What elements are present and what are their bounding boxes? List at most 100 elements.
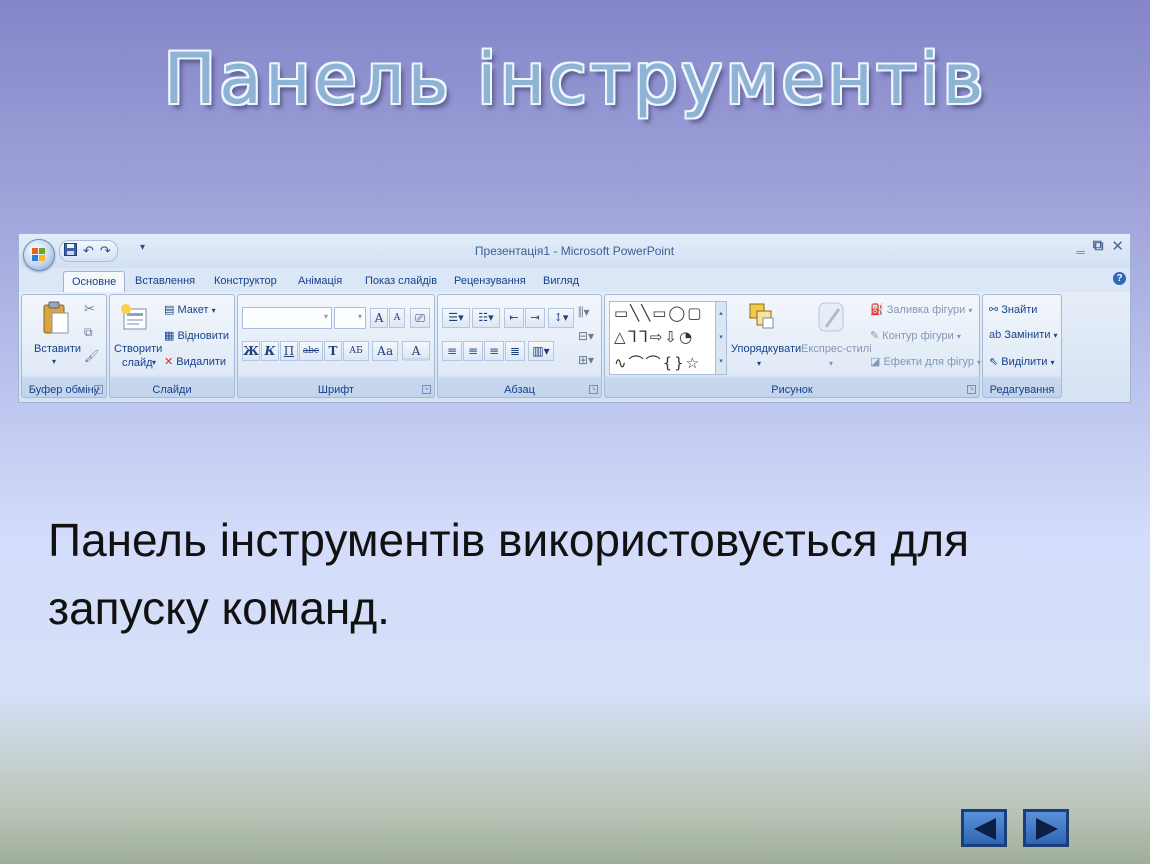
font-size-input[interactable]: ▾ bbox=[334, 307, 366, 329]
tab-animation[interactable]: Анімація bbox=[290, 271, 350, 291]
select-button[interactable]: ⇖ Виділити ▾ bbox=[989, 355, 1054, 368]
group-label-paragraph: Абзац bbox=[504, 384, 535, 396]
replace-button[interactable]: ab Замінити ▾ bbox=[989, 329, 1058, 341]
grow-font-button[interactable]: А bbox=[370, 308, 388, 328]
bullets-button[interactable]: ☰▾ bbox=[442, 308, 470, 328]
line-spacing-button[interactable]: ↕▾ bbox=[548, 308, 574, 328]
new-slide-label-2: слайд bbox=[122, 357, 153, 369]
increase-indent-button[interactable]: ⇥ bbox=[525, 308, 545, 328]
new-slide-dropdown-icon[interactable]: ▾ bbox=[152, 358, 156, 367]
paragraph-launcher-icon[interactable]: ↘ bbox=[589, 385, 598, 394]
tab-view[interactable]: Вигляд bbox=[535, 271, 587, 291]
restore-icon[interactable]: ⧉ bbox=[1093, 237, 1104, 255]
tab-design[interactable]: Конструктор bbox=[206, 271, 285, 291]
title-bar: ↶ ↷ ▾ Презентація1 - Microsoft PowerPoin… bbox=[19, 234, 1130, 271]
clear-format-button[interactable]: ⎚ bbox=[410, 308, 430, 328]
align-right-button[interactable]: ≡ bbox=[484, 341, 504, 361]
format-painter-icon[interactable]: 🖌 bbox=[84, 349, 99, 363]
gallery-scroll[interactable]: ▴ ▾ ▾ bbox=[715, 302, 726, 374]
paste-dropdown-icon[interactable]: ▾ bbox=[52, 357, 56, 366]
group-slides: Створити слайд ▾ ▤ Макет ▾ ▦ Відновити ✕… bbox=[109, 294, 235, 398]
shape-outline-button[interactable]: ✎ Контур фігури ▾ bbox=[870, 329, 961, 342]
cut-icon[interactable]: ✂ bbox=[84, 301, 95, 317]
bullets-icon: ☰▾ bbox=[448, 311, 464, 324]
slide-title: Панель інструментів bbox=[163, 38, 987, 120]
previous-arrow-icon bbox=[974, 818, 996, 840]
strikethrough-button[interactable]: abc bbox=[299, 341, 323, 361]
clipboard-launcher-icon[interactable]: ↘ bbox=[94, 385, 103, 394]
binoculars-icon: ⚯ bbox=[989, 304, 1002, 316]
font-launcher-icon[interactable]: ↘ bbox=[422, 385, 431, 394]
find-button[interactable]: ⚯ Знайти bbox=[989, 303, 1037, 316]
group-drawing: ▭╲╲▭◯▢ △ᒣᒣ⇨⇩◔ ∿⌒⌒{}☆ ▴ ▾ ▾ Упорядкувати ▾ … bbox=[604, 294, 981, 398]
group-label-slides: Слайди bbox=[152, 384, 192, 396]
char-spacing-button[interactable]: АБ bbox=[343, 341, 369, 361]
font-family-input[interactable]: ▾ bbox=[242, 307, 332, 329]
arrange-dropdown-icon[interactable]: ▾ bbox=[757, 359, 761, 368]
align-right-icon: ≡ bbox=[488, 344, 500, 358]
shape-fill-icon: ⛽ bbox=[870, 304, 887, 316]
previous-slide-button[interactable] bbox=[961, 809, 1007, 847]
next-arrow-icon bbox=[1036, 818, 1058, 840]
ribbon-screenshot: ↶ ↷ ▾ Презентація1 - Microsoft PowerPoin… bbox=[18, 233, 1131, 403]
arrange-icon[interactable] bbox=[747, 301, 777, 331]
arrange-button[interactable]: Упорядкувати bbox=[731, 343, 801, 355]
quick-styles-button[interactable]: Експрес-стилі bbox=[801, 343, 872, 355]
align-text-icon[interactable]: ⊟▾ bbox=[578, 329, 594, 343]
next-slide-button[interactable] bbox=[1023, 809, 1069, 847]
reset-label: Відновити bbox=[177, 330, 230, 342]
justify-icon: ≣ bbox=[509, 344, 521, 358]
change-case-button[interactable]: Аа bbox=[372, 341, 398, 361]
tab-insert[interactable]: Вставлення bbox=[127, 271, 203, 291]
quick-styles-dropdown-icon[interactable]: ▾ bbox=[829, 359, 833, 368]
tab-slideshow[interactable]: Показ слайдів bbox=[357, 271, 445, 291]
close-icon[interactable]: ✕ bbox=[1111, 237, 1124, 255]
quick-styles-icon[interactable] bbox=[817, 301, 847, 335]
group-label-font: Шрифт bbox=[317, 384, 355, 396]
shapes-row-2: △ᒣᒣ⇨⇩◔ bbox=[614, 328, 695, 346]
paste-button[interactable]: Вставити bbox=[34, 343, 81, 355]
font-color-button[interactable]: А bbox=[402, 341, 430, 361]
shape-fill-button[interactable]: ⛽ Заливка фігури ▾ bbox=[870, 303, 972, 316]
shape-outline-label: Контур фігури bbox=[882, 330, 954, 342]
group-label-drawing: Рисунок bbox=[771, 384, 813, 396]
italic-button[interactable]: К bbox=[261, 341, 279, 361]
shadow-button[interactable]: Т bbox=[324, 341, 342, 361]
group-paragraph: ☰▾ ☷▾ ⇤ ⇥ ↕▾ ≡ ≡ ≡ ≣ ▥▾ ⫼▾ ⊟▾ ⊞▾ Абзац ↘ bbox=[437, 294, 602, 398]
layout-icon: ▤ bbox=[164, 304, 178, 316]
tab-home[interactable]: Основне bbox=[63, 271, 126, 292]
group-clipboard: Вставити ▾ ✂ ⧉ 🖌 Буфер обміну ↘ bbox=[21, 294, 107, 398]
underline-button[interactable]: П bbox=[280, 341, 298, 361]
drawing-launcher-icon[interactable]: ↘ bbox=[967, 385, 976, 394]
bold-button[interactable]: Ж bbox=[242, 341, 260, 361]
copy-icon[interactable]: ⧉ bbox=[84, 325, 93, 340]
clear-format-icon: ⎚ bbox=[415, 311, 425, 325]
align-left-icon: ≡ bbox=[446, 344, 458, 358]
numbering-button[interactable]: ☷▾ bbox=[472, 308, 500, 328]
smartart-icon[interactable]: ⊞▾ bbox=[578, 353, 594, 367]
reset-button[interactable]: ▦ Відновити bbox=[164, 329, 229, 342]
shape-effects-button[interactable]: ◪ Ефекти для фігур ▾ bbox=[870, 355, 981, 368]
justify-button[interactable]: ≣ bbox=[505, 341, 525, 361]
new-slide-button[interactable]: Створити bbox=[114, 343, 162, 355]
align-center-button[interactable]: ≡ bbox=[463, 341, 483, 361]
shrink-font-button[interactable]: А bbox=[389, 308, 405, 328]
slide-body-text: Панель інструментів використовується для… bbox=[48, 514, 970, 634]
new-slide-icon[interactable] bbox=[120, 303, 150, 333]
minimize-icon[interactable]: ‗ bbox=[1076, 237, 1084, 255]
align-left-button[interactable]: ≡ bbox=[442, 341, 462, 361]
group-editing: ⚯ Знайти ab Замінити ▾ ⇖ Виділити ▾ Реда… bbox=[982, 294, 1062, 398]
columns-button[interactable]: ▥▾ bbox=[528, 341, 554, 361]
text-direction-icon[interactable]: ⫼▾ bbox=[578, 305, 590, 320]
tab-review[interactable]: Рецензування bbox=[446, 271, 534, 291]
decrease-indent-button[interactable]: ⇤ bbox=[504, 308, 524, 328]
layout-button[interactable]: ▤ Макет ▾ bbox=[164, 303, 216, 316]
columns-icon: ▥▾ bbox=[532, 344, 550, 358]
shape-outline-icon: ✎ bbox=[870, 330, 883, 342]
select-label: Виділити bbox=[1001, 356, 1048, 368]
replace-icon: ab bbox=[989, 329, 1005, 341]
paste-icon[interactable] bbox=[42, 301, 70, 335]
shapes-gallery[interactable]: ▭╲╲▭◯▢ △ᒣᒣ⇨⇩◔ ∿⌒⌒{}☆ ▴ ▾ ▾ bbox=[609, 301, 727, 375]
delete-button[interactable]: ✕ Видалити bbox=[164, 355, 226, 368]
help-icon[interactable]: ? bbox=[1113, 272, 1126, 285]
